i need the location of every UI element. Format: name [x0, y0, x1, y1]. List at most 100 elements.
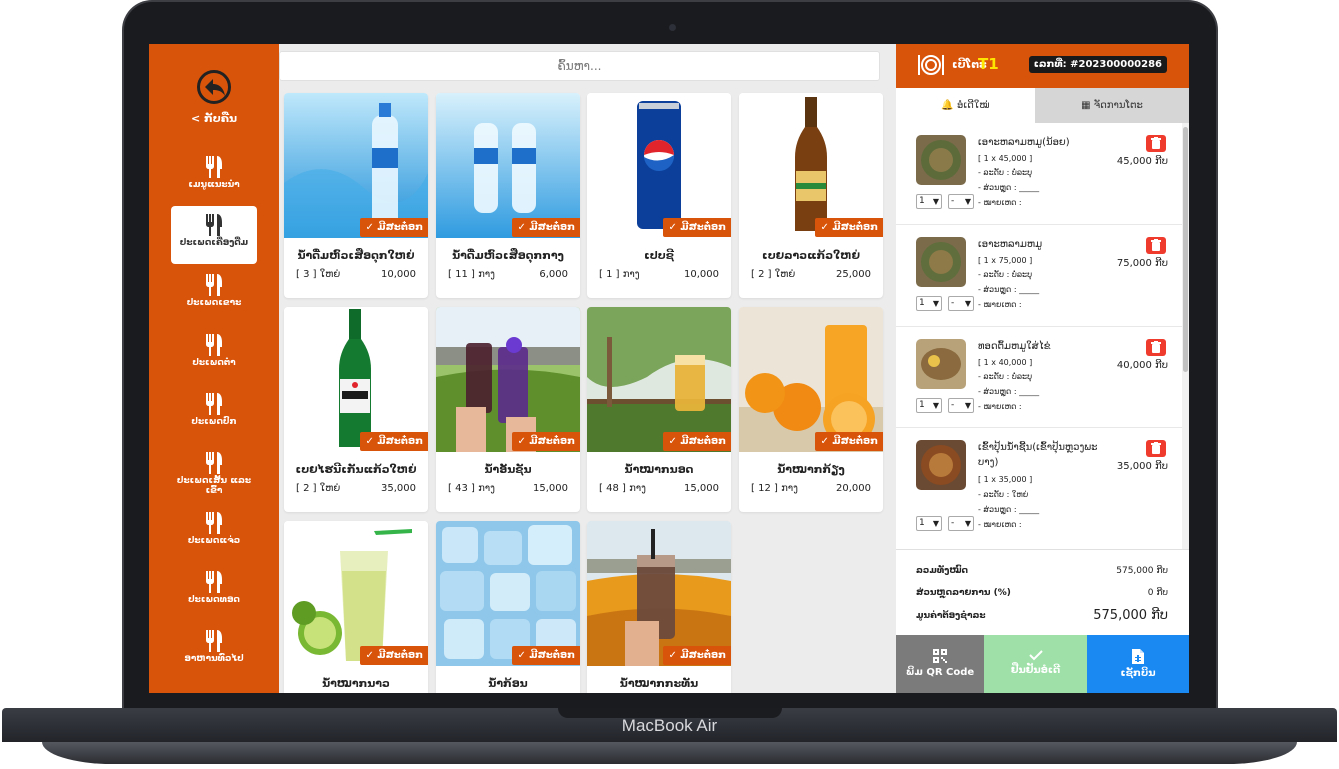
product-card[interactable]: ✓ ມີສະຕ໋ອກ ນ້ຳດື່ມຫົວເສືອດຸກໃຫຍ່ [ 3 ] ໃ… [284, 93, 428, 298]
confirm-order-button[interactable]: ຢືນຢັນອໍເດີ [984, 635, 1087, 693]
laptop-base: MacBook Air [2, 708, 1337, 769]
category-noodles-rice[interactable]: ປະເພດເສັ້ນ ແລະ ເຂົ້າ [171, 444, 257, 502]
order-item-discount: - ສ່ວນຫຼຸດ : _____ [978, 387, 1040, 396]
chevron-down-icon: ▼ [964, 519, 971, 528]
utensils-icon [206, 452, 222, 474]
qty-value: 1 [919, 298, 925, 308]
in-stock-badge: ✓ ມີສະຕ໋ອກ [815, 218, 883, 237]
print-qr-button[interactable]: ພິມ QR Code [896, 635, 984, 693]
category-fried[interactable]: ປະເພດທອດ [171, 563, 257, 621]
product-name: ເບຍລາວແກ້ວໃຫຍ່ [762, 249, 860, 262]
category-type-3[interactable]: ປະເພດເຂາະ [171, 266, 257, 324]
back-arrow-icon [197, 70, 231, 104]
product-stock: [ 48 ] ກາງ [599, 483, 646, 494]
product-card[interactable]: ✓ ມີສະຕ໋ອກ ນ້ຳໝາກນອດ [ 48 ] ກາງ 15,000 [587, 307, 731, 512]
product-card[interactable]: ✓ ມີສະຕ໋ອກ ນ້ຳໝາກກ້ຽງ [ 12 ] ກາງ 20,000 [739, 307, 883, 512]
category-steamed[interactable]: ປະເພດປົກ [171, 385, 257, 443]
product-price: 15,000 [684, 483, 719, 494]
option-select[interactable]: - ▼ [948, 398, 974, 413]
qty-select[interactable]: 1 ▼ [916, 194, 942, 209]
product-image [587, 307, 731, 452]
order-item-total: 35,000 ກີບ [1116, 461, 1168, 472]
file-dollar-icon [1132, 649, 1144, 664]
product-card[interactable]: ✓ ມີສະຕ໋ອກ ນ້ຳໝາກກະທັນ [587, 521, 731, 693]
trash-icon [1151, 137, 1161, 149]
product-stock: [ 1 ] ກາງ [599, 269, 640, 280]
check-bill-button[interactable]: ເຊັກບິນ [1087, 635, 1189, 693]
order-totals: ລວມທັງໝົດ 575,000 ກີບ ສ່ວນຫຼຸດລາຍການ (%)… [896, 549, 1189, 635]
in-stock-badge: ✓ ມີສະຕ໋ອກ [360, 646, 428, 665]
order-item-total: 45,000 ກີບ [1116, 156, 1168, 167]
chevron-down-icon: ▼ [964, 299, 971, 308]
action-buttons: ພິມ QR Code ຢືນຢັນອໍເດີ ເຊັກບິນ [896, 635, 1189, 693]
product-card[interactable]: ✓ ມີສະຕ໋ອກ ນ້ຳກ້ອນ [436, 521, 580, 693]
delete-button[interactable] [1146, 237, 1166, 254]
in-stock-badge: ✓ ມີສະຕ໋ອກ [512, 218, 580, 237]
product-name: ນ້ຳໝາກກ້ຽງ [777, 463, 845, 476]
product-image [284, 521, 428, 666]
product-name: ນ້ຳດື່ມຫົວເສືອດຸກກາງ [452, 249, 564, 262]
table-grid-icon: ▦ [1081, 100, 1091, 111]
product-stock: [ 12 ] ກາງ [751, 483, 798, 494]
order-list-scrollbar[interactable] [1182, 123, 1189, 549]
order-item-discount: - ສ່ວນຫຼຸດ : _____ [978, 505, 1040, 514]
qty-select[interactable]: 1 ▼ [916, 516, 942, 531]
in-stock-badge: ✓ ມີສະຕ໋ອກ [360, 432, 428, 451]
product-price: 20,000 [836, 483, 871, 494]
order-item: ທອດຕົ້ມຫມູໃສ່ໄຂ່ [ 1 x 40,000 ] - ລະດັບ … [896, 327, 1182, 428]
back-button[interactable]: < ກັບຄືນ [149, 70, 279, 125]
product-name: ນ້ຳດື່ມຫົວເສືອດຸກໃຫຍ່ [297, 249, 415, 262]
tab-manage-table[interactable]: ▦ ຈັດການໂຕະ [1035, 88, 1189, 123]
product-image [436, 93, 580, 238]
product-price: 10,000 [381, 269, 416, 280]
product-card[interactable]: ✓ ມີສະຕ໋ອກ ນ້ຳໝາກນາວ [284, 521, 428, 693]
qr-code-icon [933, 649, 947, 663]
category-drinks[interactable]: ປະເພດເຄື່ອງດື່ມ [171, 206, 257, 264]
product-image [587, 521, 731, 666]
tab-new-order[interactable]: 🔔 ອໍເດີໃໝ່ [896, 88, 1035, 123]
qty-value: 1 [919, 400, 925, 410]
product-card[interactable]: ✓ ມີສະຕ໋ອກ ນ້ຳດື່ມຫົວເສືອດຸກກາງ [ 11 ] ກ… [436, 93, 580, 298]
qty-select[interactable]: 1 ▼ [916, 398, 942, 413]
product-image [739, 307, 883, 452]
table-number: T1 [978, 55, 999, 73]
subtotal-row: ລວມທັງໝົດ 575,000 ກີບ [916, 566, 1168, 576]
delete-button[interactable] [1146, 135, 1166, 152]
option-select[interactable]: - ▼ [948, 296, 974, 311]
option-select[interactable]: - ▼ [948, 194, 974, 209]
utensils-icon [206, 214, 222, 236]
scrollbar-thumb[interactable] [1183, 127, 1188, 372]
qty-select[interactable]: 1 ▼ [916, 296, 942, 311]
product-card[interactable]: ✓ ມີສະຕ໋ອກ ເບຍໄຮນີເກັນແກ້ວໃຫຍ່ [ 2 ] ໃຫຍ… [284, 307, 428, 512]
order-item-name: ເອາະຫລາມຫມູ [978, 239, 1043, 250]
product-card[interactable]: ✓ ມີສະຕ໋ອກ ເປບຊີ [ 1 ] ກາງ 10,000 [587, 93, 731, 298]
utensils-icon [206, 156, 222, 178]
order-item-total: 40,000 ກີບ [1116, 360, 1168, 371]
category-pounded[interactable]: ປະເພດຕຳ [171, 326, 257, 384]
pos-screen: < ກັບຄືນ ເມນູແນະນຳ ປະເພດເຄື່ອງດື່ມ ປະເພດ… [149, 44, 1189, 693]
order-item-level: - ລະດັບ : ບໍ່ລະບຸ [978, 168, 1033, 177]
category-recommended[interactable]: ເມນູແນະນຳ [171, 148, 257, 206]
category-label: ປະເພດຕຳ [192, 358, 236, 368]
option-select[interactable]: - ▼ [948, 516, 974, 531]
chevron-down-icon: ▼ [932, 519, 939, 528]
utensils-icon [206, 571, 222, 593]
qty-value: 1 [919, 196, 925, 206]
product-card[interactable]: ✓ ມີສະຕ໋ອກ ເບຍລາວແກ້ວໃຫຍ່ [ 2 ] ໃຫຍ່ 25,… [739, 93, 883, 298]
grand-total-label: ມູນຄ່າຕ້ອງຊຳລະ [916, 611, 986, 621]
order-item: ເອາະຫລາມຫມູ(ນ້ອຍ) [ 1 x 45,000 ] - ລະດັບ… [896, 123, 1182, 225]
order-item-name: ເອາະຫລາມຫມູ(ນ້ອຍ) [978, 137, 1070, 148]
product-name: ເບຍໄຮນີເກັນແກ້ວໃຫຍ່ [295, 463, 417, 476]
category-general[interactable]: ອາຫານທົ່ວໄປ [171, 622, 257, 680]
utensils-icon [206, 630, 222, 652]
category-label: ປະເພດທອດ [188, 595, 240, 605]
order-panel: ເບີໂຕະ T1 ເລກທີ່: #202300000286 🔔 ອໍເດີໃ… [896, 44, 1189, 693]
search-input[interactable]: ຄົ້ນຫາ... [279, 51, 880, 81]
delete-button[interactable] [1146, 440, 1166, 457]
in-stock-badge: ✓ ມີສະຕ໋ອກ [663, 218, 731, 237]
order-item-name: ເຂົ້າປຸ້ນນ້ຳຊີ້ນ(ເຂົ້າປຸ້ນຫຼວງພະບາງ) [978, 442, 1098, 468]
category-dips[interactable]: ປະເພດແຈ່ວ [171, 504, 257, 562]
delete-button[interactable] [1146, 339, 1166, 356]
product-card[interactable]: ✓ ມີສະຕ໋ອກ ນ້ຳອັນຊັນ [ 43 ] ກາງ 15,000 [436, 307, 580, 512]
tab-label: ອໍເດີໃໝ່ [957, 100, 990, 111]
